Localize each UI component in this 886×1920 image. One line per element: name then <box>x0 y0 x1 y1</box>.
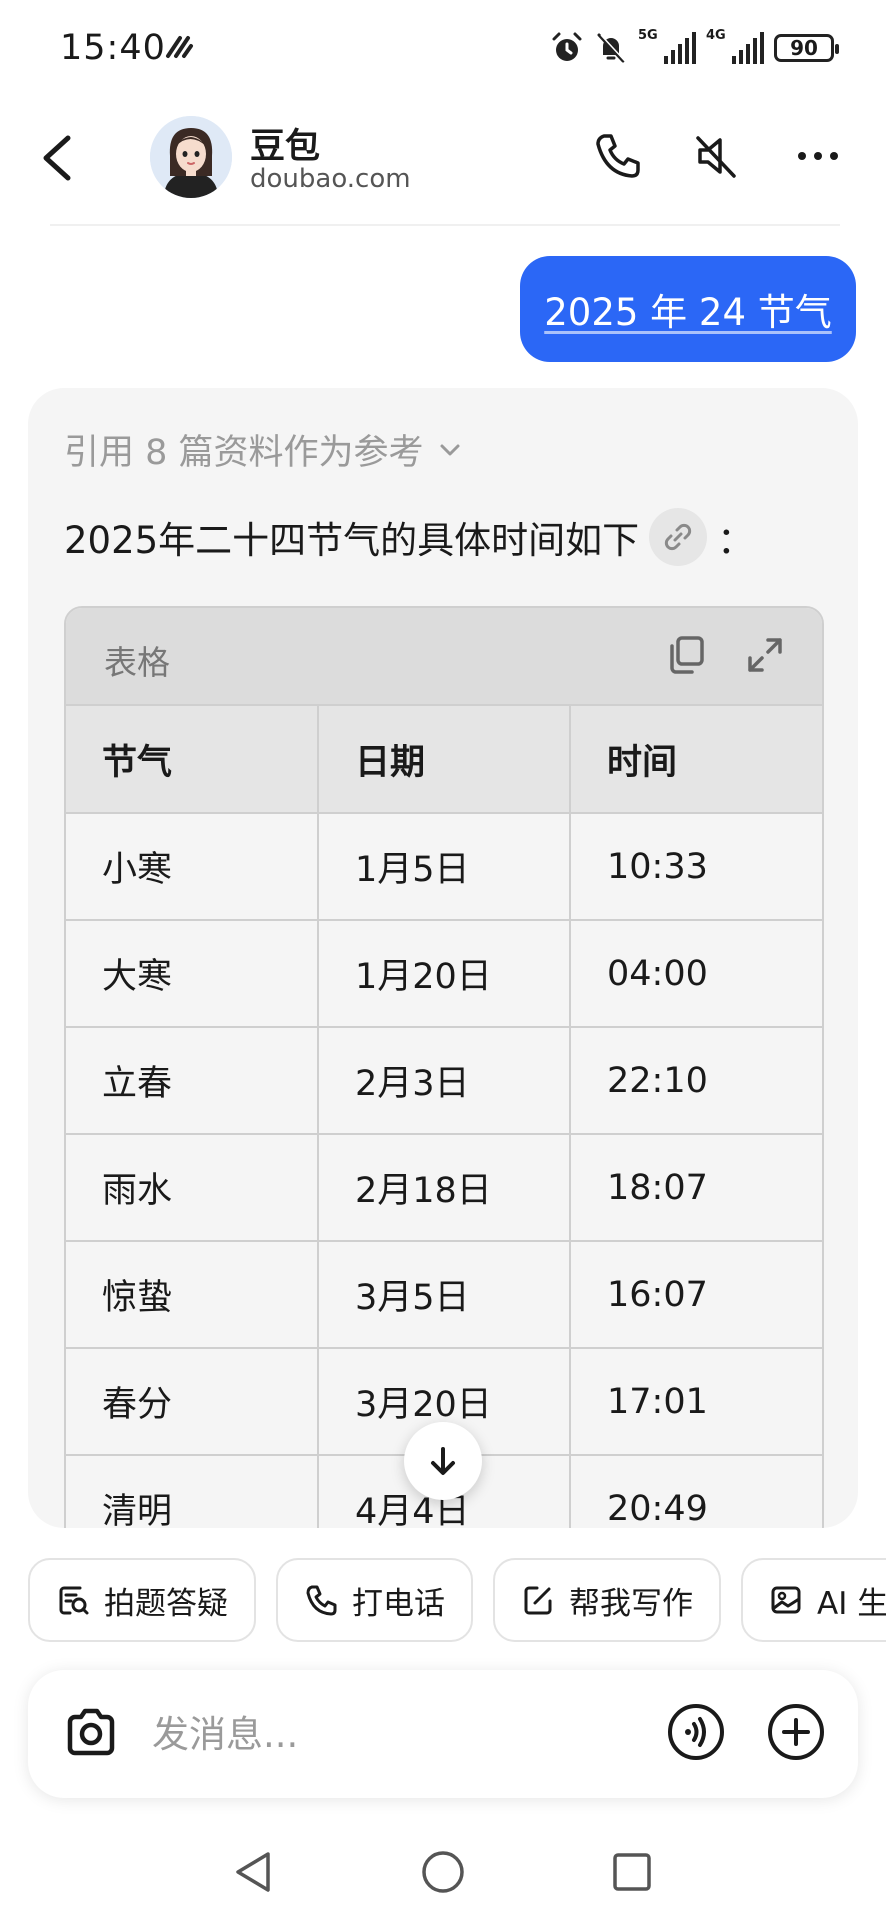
chip-label: 打电话 <box>352 1585 445 1622</box>
chat-header: 豆包 doubao.com <box>0 96 886 226</box>
avatar[interactable] <box>150 116 232 198</box>
table-header-row: 节气 日期 时间 <box>66 706 822 814</box>
table-cell: 雨水 <box>66 1134 319 1242</box>
more-options-icon[interactable] <box>792 130 844 182</box>
quick-action-ai-image[interactable]: AI 生 <box>741 1558 886 1642</box>
table-row: 雨水 2月18日 18:07 <box>66 1134 822 1242</box>
mute-bell-icon <box>597 33 626 63</box>
message-input[interactable] <box>152 1704 632 1764</box>
quick-action-chips: 拍题答疑 打电话 帮我写作 AI 生 <box>28 1558 886 1642</box>
quick-action-photo-question[interactable]: 拍题答疑 <box>28 1558 256 1642</box>
answer-intro-suffix: ： <box>717 519 755 562</box>
signal-4g-icon: 4G <box>706 28 764 64</box>
battery-indicator: 90 <box>774 34 839 62</box>
chip-label: 拍题答疑 <box>104 1585 228 1622</box>
user-message-text[interactable]: 2025 年 24 节气 <box>544 282 832 336</box>
nav-home-icon[interactable] <box>419 1848 467 1896</box>
table-cell: 2月3日 <box>318 1027 571 1135</box>
table-cell: 大寒 <box>66 920 319 1028</box>
status-bar: 15:40 5G 4G 90 <box>0 0 886 96</box>
table-cell: 3月5日 <box>318 1241 571 1349</box>
table-cell: 2月18日 <box>318 1134 571 1242</box>
mute-speaker-icon[interactable] <box>690 130 742 182</box>
table-row: 大寒 1月20日 04:00 <box>66 920 822 1028</box>
link-icon <box>665 523 692 551</box>
user-message-bubble[interactable]: 2025 年 24 节气 <box>520 256 856 362</box>
bot-name: 豆包 <box>250 127 321 167</box>
camera-icon[interactable] <box>62 1704 120 1762</box>
photo-question-icon <box>59 1586 89 1615</box>
table-cell: 惊蛰 <box>66 1241 319 1349</box>
signal-5g-icon: 5G <box>638 28 696 64</box>
chip-label: 帮我写作 <box>569 1585 693 1622</box>
table-cell: 17:01 <box>570 1348 822 1456</box>
phone-icon <box>306 1585 337 1616</box>
expand-icon[interactable] <box>742 632 788 678</box>
arrow-down-icon <box>431 1447 455 1475</box>
assistant-answer-card: 引用 8 篇资料作为参考 2025年二十四节气的具体时间如下 ： 表格 节气 日… <box>28 388 858 1528</box>
column-header: 时间 <box>570 706 822 814</box>
bot-domain: doubao.com <box>250 164 411 194</box>
voice-input-icon[interactable] <box>666 1702 726 1762</box>
table-cell: 04:00 <box>570 920 822 1028</box>
answer-intro: 2025年二十四节气的具体时间如下 ： <box>64 508 754 566</box>
column-header: 日期 <box>318 706 571 814</box>
plus-icon[interactable] <box>766 1702 826 1762</box>
table-row: 惊蛰 3月5日 16:07 <box>66 1241 822 1349</box>
system-nav-bar <box>0 1830 886 1920</box>
message-input-bar <box>28 1670 858 1798</box>
data-table: 节气 日期 时间 小寒 1月5日 10:33 大寒 1月20日 04:00 立春 <box>66 706 822 1528</box>
alarm-icon <box>552 32 582 61</box>
source-link-button[interactable] <box>649 508 708 566</box>
header-divider <box>50 224 840 226</box>
network-activity-icon <box>166 36 193 58</box>
table-cell: 18:07 <box>570 1134 822 1242</box>
nav-recents-icon[interactable] <box>608 1848 656 1896</box>
table-cell: 1月20日 <box>318 920 571 1028</box>
nav-back-icon[interactable] <box>230 1848 278 1896</box>
table-row: 立春 2月3日 22:10 <box>66 1027 822 1135</box>
table-cell: 10:33 <box>570 813 822 921</box>
table-cell: 小寒 <box>66 813 319 921</box>
table-cell: 22:10 <box>570 1027 822 1135</box>
table-cell: 16:07 <box>570 1241 822 1349</box>
copy-icon[interactable] <box>664 632 710 678</box>
scroll-to-bottom-button[interactable] <box>404 1422 482 1500</box>
edit-icon <box>524 1586 552 1615</box>
chevron-down-icon <box>440 444 460 455</box>
avatar-girl-icon <box>150 116 232 198</box>
table-cell: 春分 <box>66 1348 319 1456</box>
table-cell: 1月5日 <box>318 813 571 921</box>
column-header: 节气 <box>66 706 319 814</box>
table-cell: 清明 <box>66 1455 319 1528</box>
status-time: 15:40 <box>60 28 166 68</box>
solar-terms-table: 表格 节气 日期 时间 小寒 1月5日 10:33 大寒 1月20日 04:00… <box>64 606 824 1528</box>
table-cell: 立春 <box>66 1027 319 1135</box>
phone-call-icon[interactable] <box>592 130 644 182</box>
table-row: 小寒 1月5日 10:33 <box>66 813 822 921</box>
table-toolbar: 表格 <box>66 608 822 706</box>
table-title: 表格 <box>104 643 170 682</box>
table-cell: 20:49 <box>570 1455 822 1528</box>
quick-action-writing[interactable]: 帮我写作 <box>493 1558 721 1642</box>
quick-action-call[interactable]: 打电话 <box>276 1558 473 1642</box>
reference-text: 引用 8 篇资料作为参考 <box>64 433 424 473</box>
reference-toggle[interactable]: 引用 8 篇资料作为参考 <box>64 424 462 475</box>
chip-label: AI 生 <box>817 1585 886 1622</box>
back-arrow-icon[interactable] <box>36 130 80 186</box>
answer-intro-text: 2025年二十四节气的具体时间如下 <box>64 519 640 562</box>
image-icon <box>771 1586 801 1614</box>
